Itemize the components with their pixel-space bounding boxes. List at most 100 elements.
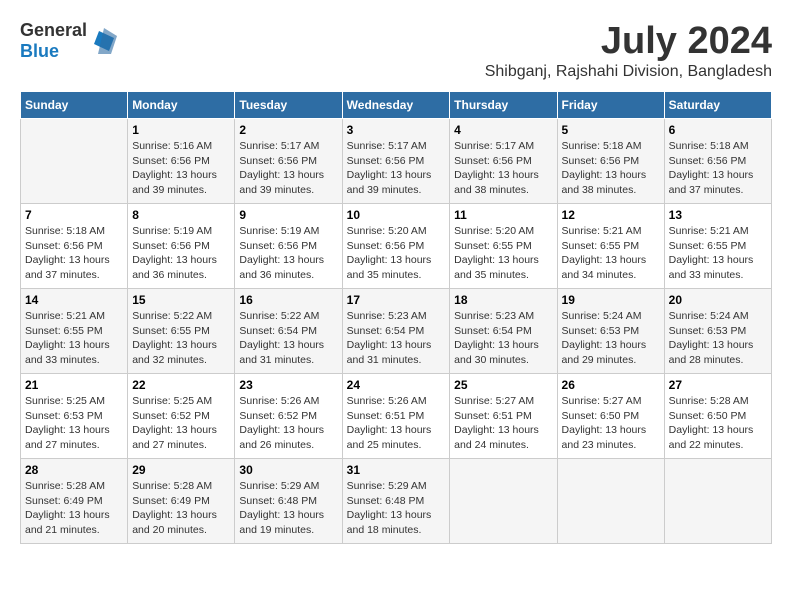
calendar-cell: 2 Sunrise: 5:17 AMSunset: 6:56 PMDaylight… [235, 119, 342, 204]
day-info: Sunrise: 5:16 AMSunset: 6:56 PMDaylight:… [132, 139, 230, 198]
calendar-cell: 28 Sunrise: 5:28 AMSunset: 6:49 PMDayligh… [21, 459, 128, 544]
calendar-cell: 10 Sunrise: 5:20 AMSunset: 6:56 PMDayligh… [342, 204, 450, 289]
day-info: Sunrise: 5:23 AMSunset: 6:54 PMDaylight:… [454, 309, 552, 368]
day-number: 26 [562, 378, 660, 392]
day-info: Sunrise: 5:23 AMSunset: 6:54 PMDaylight:… [347, 309, 446, 368]
day-info: Sunrise: 5:17 AMSunset: 6:56 PMDaylight:… [239, 139, 337, 198]
calendar-cell: 27Sunrise: 5:28 AMSunset: 6:50 PMDayligh… [664, 374, 771, 459]
logo: General Blue [20, 20, 119, 62]
calendar-cell: 6 Sunrise: 5:18 AMSunset: 6:56 PMDaylight… [664, 119, 771, 204]
calendar-cell: 31 Sunrise: 5:29 AMSunset: 6:48 PMDayligh… [342, 459, 450, 544]
day-info: Sunrise: 5:17 AMSunset: 6:56 PMDaylight:… [454, 139, 552, 198]
day-number: 10 [347, 208, 446, 222]
day-info: Sunrise: 5:29 AMSunset: 6:48 PMDaylight:… [347, 479, 446, 538]
calendar-table: SundayMondayTuesdayWednesdayThursdayFrid… [20, 91, 772, 544]
calendar-cell: 24 Sunrise: 5:26 AMSunset: 6:51 PMDayligh… [342, 374, 450, 459]
day-info: Sunrise: 5:20 AMSunset: 6:55 PMDaylight:… [454, 224, 552, 283]
day-info: Sunrise: 5:25 AMSunset: 6:53 PMDaylight:… [25, 394, 123, 453]
calendar-cell: 23 Sunrise: 5:26 AMSunset: 6:52 PMDayligh… [235, 374, 342, 459]
main-title: July 2024 [485, 20, 772, 63]
day-number: 3 [347, 123, 446, 137]
calendar-cell: 9 Sunrise: 5:19 AMSunset: 6:56 PMDaylight… [235, 204, 342, 289]
day-number: 25 [454, 378, 552, 392]
day-info: Sunrise: 5:25 AMSunset: 6:52 PMDaylight:… [132, 394, 230, 453]
calendar-cell: 20Sunrise: 5:24 AMSunset: 6:53 PMDayligh… [664, 289, 771, 374]
day-info: Sunrise: 5:19 AMSunset: 6:56 PMDaylight:… [132, 224, 230, 283]
day-info: Sunrise: 5:18 AMSunset: 6:56 PMDaylight:… [562, 139, 660, 198]
day-info: Sunrise: 5:29 AMSunset: 6:48 PMDaylight:… [239, 479, 337, 538]
logo-general: General [20, 20, 87, 40]
week-row-1: 1 Sunrise: 5:16 AMSunset: 6:56 PMDaylight… [21, 119, 772, 204]
day-info: Sunrise: 5:28 AMSunset: 6:49 PMDaylight:… [132, 479, 230, 538]
calendar-cell: 29 Sunrise: 5:28 AMSunset: 6:49 PMDayligh… [128, 459, 235, 544]
day-number: 1 [132, 123, 230, 137]
day-info: Sunrise: 5:28 AMSunset: 6:49 PMDaylight:… [25, 479, 123, 538]
day-number: 14 [25, 293, 123, 307]
day-number: 22 [132, 378, 230, 392]
calendar-cell: 22 Sunrise: 5:25 AMSunset: 6:52 PMDayligh… [128, 374, 235, 459]
day-info: Sunrise: 5:26 AMSunset: 6:52 PMDaylight:… [239, 394, 337, 453]
day-info: Sunrise: 5:27 AMSunset: 6:50 PMDaylight:… [562, 394, 660, 453]
calendar-cell: 18 Sunrise: 5:23 AMSunset: 6:54 PMDayligh… [450, 289, 557, 374]
day-info: Sunrise: 5:21 AMSunset: 6:55 PMDaylight:… [669, 224, 767, 283]
day-number: 19 [562, 293, 660, 307]
logo-blue: Blue [20, 41, 59, 61]
day-number: 21 [25, 378, 123, 392]
day-number: 29 [132, 463, 230, 477]
day-number: 7 [25, 208, 123, 222]
calendar-cell: 14 Sunrise: 5:21 AMSunset: 6:55 PMDayligh… [21, 289, 128, 374]
day-info: Sunrise: 5:18 AMSunset: 6:56 PMDaylight:… [669, 139, 767, 198]
day-number: 9 [239, 208, 337, 222]
day-number: 20 [669, 293, 767, 307]
header-cell-monday: Monday [128, 92, 235, 119]
week-row-3: 14 Sunrise: 5:21 AMSunset: 6:55 PMDayligh… [21, 289, 772, 374]
calendar-cell: 15 Sunrise: 5:22 AMSunset: 6:55 PMDayligh… [128, 289, 235, 374]
day-info: Sunrise: 5:20 AMSunset: 6:56 PMDaylight:… [347, 224, 446, 283]
day-number: 28 [25, 463, 123, 477]
day-number: 11 [454, 208, 552, 222]
calendar-cell: 13Sunrise: 5:21 AMSunset: 6:55 PMDayligh… [664, 204, 771, 289]
day-number: 6 [669, 123, 767, 137]
day-number: 18 [454, 293, 552, 307]
day-info: Sunrise: 5:17 AMSunset: 6:56 PMDaylight:… [347, 139, 446, 198]
day-info: Sunrise: 5:24 AMSunset: 6:53 PMDaylight:… [562, 309, 660, 368]
calendar-cell [557, 459, 664, 544]
calendar-cell: 16Sunrise: 5:22 AMSunset: 6:54 PMDayligh… [235, 289, 342, 374]
calendar-cell: 21 Sunrise: 5:25 AMSunset: 6:53 PMDayligh… [21, 374, 128, 459]
day-info: Sunrise: 5:18 AMSunset: 6:56 PMDaylight:… [25, 224, 123, 283]
calendar-body: 1 Sunrise: 5:16 AMSunset: 6:56 PMDaylight… [21, 119, 772, 544]
header-row: SundayMondayTuesdayWednesdayThursdayFrid… [21, 92, 772, 119]
header-cell-saturday: Saturday [664, 92, 771, 119]
day-number: 12 [562, 208, 660, 222]
day-number: 24 [347, 378, 446, 392]
day-number: 17 [347, 293, 446, 307]
calendar-cell: 1 Sunrise: 5:16 AMSunset: 6:56 PMDaylight… [128, 119, 235, 204]
week-row-5: 28 Sunrise: 5:28 AMSunset: 6:49 PMDayligh… [21, 459, 772, 544]
day-number: 8 [132, 208, 230, 222]
calendar-cell: 17 Sunrise: 5:23 AMSunset: 6:54 PMDayligh… [342, 289, 450, 374]
header-cell-wednesday: Wednesday [342, 92, 450, 119]
calendar-cell: 3 Sunrise: 5:17 AMSunset: 6:56 PMDaylight… [342, 119, 450, 204]
day-number: 15 [132, 293, 230, 307]
calendar-cell: 26 Sunrise: 5:27 AMSunset: 6:50 PMDayligh… [557, 374, 664, 459]
day-info: Sunrise: 5:26 AMSunset: 6:51 PMDaylight:… [347, 394, 446, 453]
header-cell-friday: Friday [557, 92, 664, 119]
day-number: 30 [239, 463, 337, 477]
day-info: Sunrise: 5:21 AMSunset: 6:55 PMDaylight:… [562, 224, 660, 283]
day-number: 2 [239, 123, 337, 137]
day-info: Sunrise: 5:19 AMSunset: 6:56 PMDaylight:… [239, 224, 337, 283]
calendar-cell: 8 Sunrise: 5:19 AMSunset: 6:56 PMDaylight… [128, 204, 235, 289]
header-cell-sunday: Sunday [21, 92, 128, 119]
day-info: Sunrise: 5:22 AMSunset: 6:55 PMDaylight:… [132, 309, 230, 368]
week-row-2: 7 Sunrise: 5:18 AMSunset: 6:56 PMDaylight… [21, 204, 772, 289]
calendar-cell [664, 459, 771, 544]
calendar-cell: 30 Sunrise: 5:29 AMSunset: 6:48 PMDayligh… [235, 459, 342, 544]
week-row-4: 21 Sunrise: 5:25 AMSunset: 6:53 PMDayligh… [21, 374, 772, 459]
calendar-header: SundayMondayTuesdayWednesdayThursdayFrid… [21, 92, 772, 119]
day-number: 23 [239, 378, 337, 392]
day-number: 31 [347, 463, 446, 477]
calendar-cell: 5Sunrise: 5:18 AMSunset: 6:56 PMDaylight… [557, 119, 664, 204]
calendar-cell: 4Sunrise: 5:17 AMSunset: 6:56 PMDaylight… [450, 119, 557, 204]
calendar-cell [21, 119, 128, 204]
day-info: Sunrise: 5:21 AMSunset: 6:55 PMDaylight:… [25, 309, 123, 368]
